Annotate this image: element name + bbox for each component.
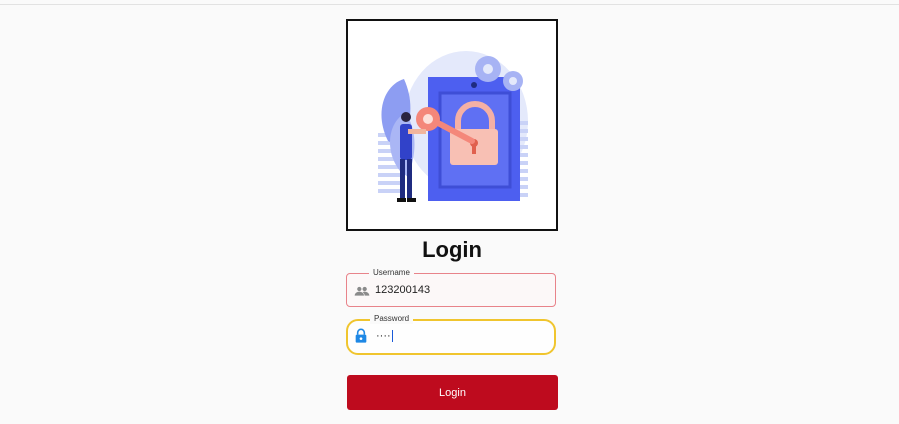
username-field[interactable]: Username 123200143 (346, 267, 556, 307)
password-field[interactable]: Password ···· (346, 313, 556, 355)
people-icon (354, 286, 370, 296)
top-divider (0, 4, 899, 5)
username-value: 123200143 (375, 284, 431, 296)
login-illustration (346, 19, 558, 231)
text-caret (391, 330, 393, 343)
lock-icon (355, 328, 367, 343)
page-title: Login (422, 237, 482, 262)
username-label: Username (369, 267, 414, 278)
password-label: Password (370, 313, 414, 324)
password-masked-text: ···· (376, 330, 391, 342)
login-button[interactable]: Login (347, 375, 558, 410)
password-value: ···· (376, 329, 393, 343)
person-unlocking-padlock-illustration (378, 51, 528, 202)
